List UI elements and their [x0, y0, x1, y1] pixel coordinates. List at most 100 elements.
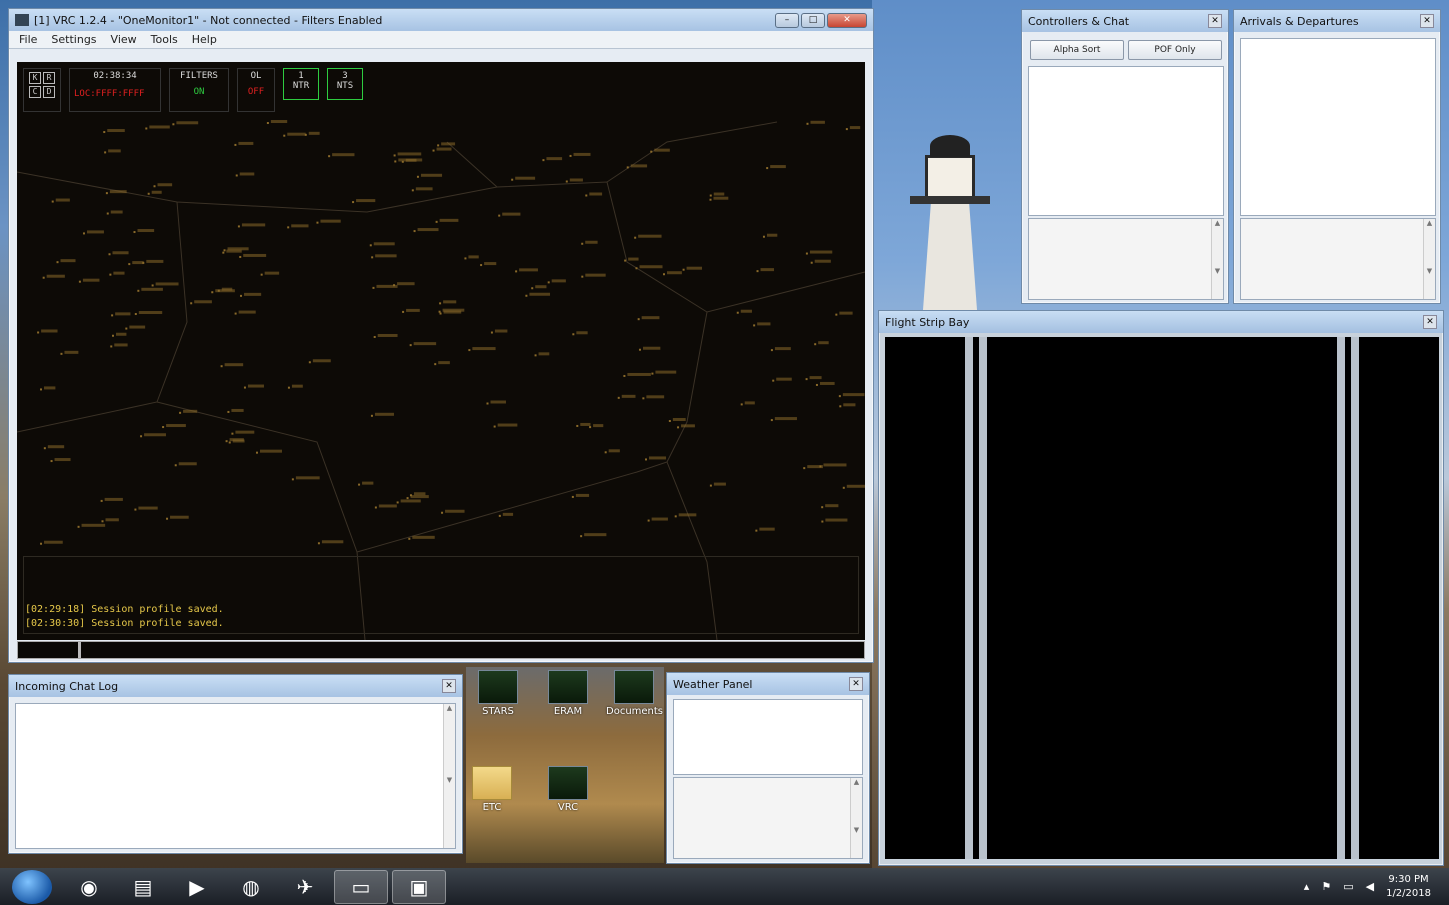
menu-settings[interactable]: Settings: [51, 33, 96, 46]
weather-panel-window: Weather Panel ✕ ▲ ▼: [666, 672, 870, 864]
strip-divider[interactable]: [965, 337, 973, 859]
strip-divider[interactable]: [979, 337, 987, 859]
departures-list[interactable]: ▲ ▼: [1240, 218, 1436, 300]
radar-target-label: [112, 251, 129, 255]
radar-target-dot: [819, 465, 822, 468]
scrollbar[interactable]: ▲ ▼: [443, 704, 455, 848]
radar-target-dot: [140, 435, 143, 438]
radar-target-label: [109, 190, 127, 194]
radar-target-dot: [142, 261, 145, 264]
incoming-chat-log-window: Incoming Chat Log ✕ ▲ ▼: [8, 674, 463, 854]
radar-target-label: [332, 153, 355, 157]
radar-target-dot: [604, 451, 607, 454]
arrivals-titlebar[interactable]: Arrivals & Departures ✕: [1234, 10, 1440, 32]
menu-view[interactable]: View: [111, 33, 137, 46]
desktop-icon-documents[interactable]: Documents: [606, 670, 664, 717]
radar-target-label: [231, 408, 244, 412]
vrc-icon: [548, 766, 588, 800]
chat-log-titlebar[interactable]: Incoming Chat Log ✕: [9, 675, 462, 697]
hud-button-r[interactable]: R: [43, 72, 55, 84]
radar-target-label: [849, 126, 861, 130]
controllers-titlebar[interactable]: Controllers & Chat ✕: [1022, 10, 1228, 32]
hud-button-k[interactable]: K: [29, 72, 41, 84]
radar-target-dot: [534, 354, 537, 357]
strip-column-left[interactable]: [885, 337, 965, 859]
radar-target-dot: [674, 515, 677, 518]
radar-target-dot: [650, 150, 653, 153]
hud-box-nts[interactable]: 3 NTS: [327, 68, 363, 100]
flag-icon[interactable]: ⚑: [1321, 880, 1331, 893]
system-clock[interactable]: 9:30 PM 1/2/2018: [1386, 873, 1431, 901]
hud-controls: KR CD: [23, 68, 61, 112]
hud-button-c[interactable]: C: [29, 86, 41, 98]
airplane-icon[interactable]: ✈: [278, 870, 332, 904]
strip-divider[interactable]: [1351, 337, 1359, 859]
chevron-up-icon[interactable]: ▴: [1304, 880, 1310, 893]
desktop-icon-eram[interactable]: ERAM: [540, 670, 596, 717]
hud-filters-box[interactable]: FILTERS ON: [169, 68, 229, 112]
scrollbar[interactable]: ▲ ▼: [1211, 219, 1223, 299]
radar-target-label: [443, 310, 462, 314]
radar-target-dot: [235, 174, 238, 177]
hud-button-d[interactable]: D: [43, 86, 55, 98]
chrome-icon[interactable]: ◉: [62, 870, 116, 904]
media-player-icon[interactable]: ▶: [170, 870, 224, 904]
weather-detail[interactable]: ▲ ▼: [673, 777, 863, 859]
radar-target-dot: [437, 144, 440, 147]
start-button[interactable]: [12, 869, 52, 904]
radar-target-dot: [814, 343, 817, 346]
controllers-chat-pane[interactable]: ▲ ▼: [1028, 218, 1224, 300]
radar-target-dot: [624, 259, 627, 262]
radar-scope[interactable]: KR CD 02:38:34 LOC:FFFF:FFFF FILTERS ON …: [17, 62, 865, 640]
volume-icon[interactable]: ◀: [1366, 880, 1374, 893]
radar-target-dot: [645, 458, 648, 461]
radar-target-dot: [174, 464, 177, 467]
close-icon[interactable]: ✕: [849, 677, 863, 691]
teamspeak-icon[interactable]: ◍: [224, 870, 278, 904]
vrc-taskbar-icon[interactable]: ▣: [392, 869, 446, 904]
radar-target-dot: [109, 273, 112, 276]
weather-titlebar[interactable]: Weather Panel ✕: [667, 673, 869, 695]
strip-column-main[interactable]: [987, 337, 1337, 859]
strip-divider[interactable]: [1337, 337, 1345, 859]
command-line-input[interactable]: [17, 641, 865, 659]
pof-only-button[interactable]: POF Only: [1128, 40, 1222, 60]
minimize-button[interactable]: –: [775, 12, 799, 28]
hud-ol-box[interactable]: OL OFF: [237, 68, 275, 112]
controllers-list[interactable]: [1028, 66, 1224, 216]
desktop-icon-vrc[interactable]: VRC: [540, 766, 596, 813]
radar-target-label: [472, 347, 496, 351]
scrollbar[interactable]: ▲ ▼: [850, 778, 862, 858]
chat-log-text[interactable]: ▲ ▼: [15, 703, 456, 849]
close-icon[interactable]: ✕: [1208, 14, 1222, 28]
arrivals-list[interactable]: [1240, 38, 1436, 216]
radar-target-label: [713, 196, 729, 200]
menu-file[interactable]: File: [19, 33, 37, 46]
menu-tools[interactable]: Tools: [151, 33, 178, 46]
taskbar-app-icon[interactable]: ▭: [334, 869, 388, 904]
radar-target-dot: [416, 175, 419, 178]
radar-target-dot: [709, 198, 712, 201]
alpha-sort-button[interactable]: Alpha Sort: [1030, 40, 1124, 60]
weather-list[interactable]: [673, 699, 863, 775]
close-icon[interactable]: ✕: [1420, 14, 1434, 28]
radar-target-label: [641, 316, 660, 320]
vrc-titlebar[interactable]: [1] VRC 1.2.4 - "OneMonitor1" - Not conn…: [9, 9, 873, 31]
radar-target-label: [628, 257, 639, 261]
network-icon[interactable]: ▭: [1343, 880, 1353, 893]
close-icon[interactable]: ✕: [442, 679, 456, 693]
desktop-icon-etc[interactable]: ETC: [464, 766, 520, 813]
radar-target-dot: [227, 410, 230, 413]
maximize-button[interactable]: □: [801, 12, 825, 28]
flight-strip-bay-titlebar[interactable]: Flight Strip Bay ✕: [879, 311, 1443, 333]
close-icon[interactable]: ✕: [1423, 315, 1437, 329]
icon-label: Documents: [606, 706, 664, 717]
strip-column-right[interactable]: [1359, 337, 1439, 859]
explorer-icon[interactable]: ▤: [116, 870, 170, 904]
desktop-icon-stars[interactable]: STARS: [470, 670, 526, 717]
scrollbar[interactable]: ▲ ▼: [1423, 219, 1435, 299]
close-button[interactable]: ✕: [827, 12, 867, 28]
hud-box-ntr[interactable]: 1 NTR: [283, 68, 319, 100]
radar-target-label: [814, 259, 831, 263]
menu-help[interactable]: Help: [192, 33, 217, 46]
